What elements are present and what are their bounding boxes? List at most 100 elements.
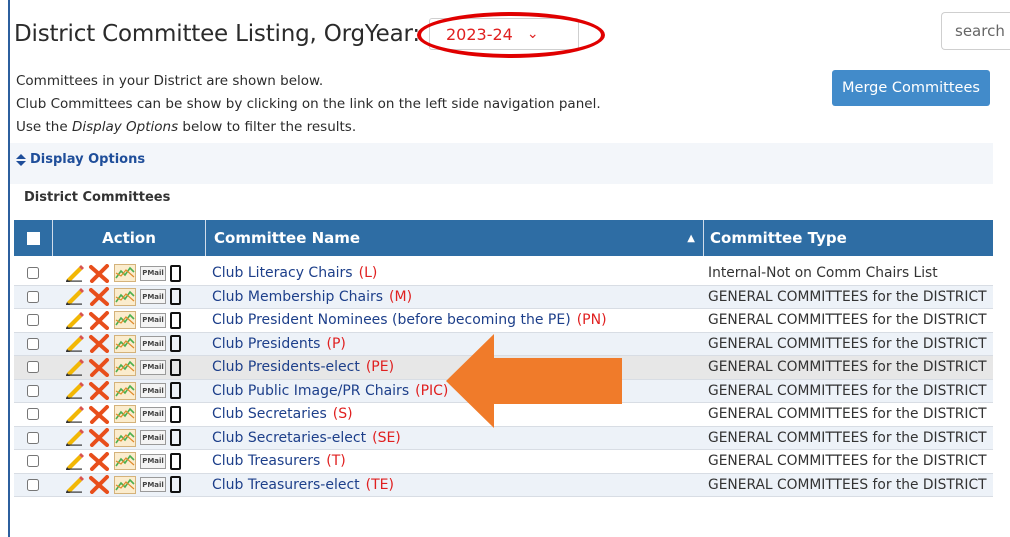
row-checkbox[interactable] xyxy=(27,337,39,350)
committee-name-link[interactable]: Club President Nominees (before becoming… xyxy=(212,312,571,328)
phone-icon[interactable] xyxy=(170,335,181,353)
committee-name-cell: Club President Nominees (before becoming… xyxy=(204,312,702,328)
chart-icon[interactable] xyxy=(114,428,136,447)
chart-icon[interactable] xyxy=(114,405,136,424)
row-checkbox[interactable] xyxy=(27,431,39,444)
pmail-icon[interactable]: PMail xyxy=(140,265,166,281)
edit-pencil-icon[interactable] xyxy=(64,405,84,423)
pmail-icon[interactable]: PMail xyxy=(140,383,166,399)
committee-name-link[interactable]: Club Literacy Chairs xyxy=(212,265,353,281)
row-checkbox[interactable] xyxy=(27,267,39,280)
orgyear-value: 2023-24 xyxy=(446,24,513,44)
committee-name-link[interactable]: Club Secretaries xyxy=(212,406,327,422)
committee-name-link[interactable]: Club Presidents-elect xyxy=(212,359,360,375)
pmail-icon[interactable]: PMail xyxy=(140,359,166,375)
delete-x-icon[interactable] xyxy=(88,263,110,283)
row-checkbox-cell xyxy=(14,408,52,421)
delete-x-icon[interactable] xyxy=(88,310,110,330)
delete-x-icon[interactable] xyxy=(88,357,110,377)
delete-x-icon[interactable] xyxy=(88,381,110,401)
committee-name-link[interactable]: Club Presidents xyxy=(212,336,320,352)
pmail-icon[interactable]: PMail xyxy=(140,453,166,469)
search-input[interactable] xyxy=(941,12,1010,50)
committee-name-link[interactable]: Club Treasurers-elect xyxy=(212,477,360,493)
column-header-name[interactable]: Committee Name ▲ xyxy=(206,220,704,256)
edit-pencil-icon[interactable] xyxy=(64,288,84,306)
chart-icon[interactable] xyxy=(114,381,136,400)
edit-pencil-icon[interactable] xyxy=(64,358,84,376)
pmail-icon[interactable]: PMail xyxy=(140,312,166,328)
committee-code: (PE) xyxy=(365,359,395,376)
phone-icon[interactable] xyxy=(170,429,181,447)
phone-icon[interactable] xyxy=(170,382,181,400)
table-row: PMail Club Presidents-elect (PE) GENERAL CO… xyxy=(14,356,993,380)
row-actions: PMail xyxy=(52,475,204,495)
table-row: PMail Club Public Image/PR Chairs (PIC) GEN… xyxy=(14,379,993,403)
committee-name-link[interactable]: Club Treasurers xyxy=(212,453,320,469)
table-row: PMail Club Membership Chairs (M) GENERAL CO… xyxy=(14,285,993,309)
sort-asc-icon: ▲ xyxy=(687,232,695,244)
pmail-icon[interactable]: PMail xyxy=(140,336,166,352)
select-all-checkbox[interactable] xyxy=(14,220,53,256)
column-header-action: Action xyxy=(53,220,206,256)
phone-icon[interactable] xyxy=(170,452,181,470)
row-checkbox[interactable] xyxy=(27,290,39,303)
delete-x-icon[interactable] xyxy=(88,428,110,448)
row-checkbox-cell xyxy=(14,455,52,468)
phone-icon[interactable] xyxy=(170,358,181,376)
chart-icon[interactable] xyxy=(114,452,136,471)
row-actions: PMail xyxy=(52,334,204,354)
committee-table: Action Committee Name ▲ Committee Type P… xyxy=(14,220,993,511)
committee-name-link[interactable]: Club Public Image/PR Chairs xyxy=(212,383,409,399)
delete-x-icon[interactable] xyxy=(88,334,110,354)
delete-x-icon[interactable] xyxy=(88,475,110,495)
committee-code: (SE) xyxy=(372,429,401,446)
delete-x-icon[interactable] xyxy=(88,404,110,424)
edit-pencil-icon[interactable] xyxy=(64,382,84,400)
committee-name-cell: Club Treasurers-elect (TE) xyxy=(204,477,702,493)
row-checkbox[interactable] xyxy=(27,478,39,491)
edit-pencil-icon[interactable] xyxy=(64,311,84,329)
edit-pencil-icon[interactable] xyxy=(64,476,84,494)
pmail-icon[interactable]: PMail xyxy=(140,477,166,493)
committee-code: (M) xyxy=(389,288,413,305)
row-checkbox[interactable] xyxy=(27,455,39,468)
chart-icon[interactable] xyxy=(114,311,136,330)
phone-icon[interactable] xyxy=(170,311,181,329)
chart-icon[interactable] xyxy=(114,334,136,353)
chart-icon[interactable] xyxy=(114,287,136,306)
phone-icon[interactable] xyxy=(170,264,181,282)
phone-icon[interactable] xyxy=(170,288,181,306)
phone-icon[interactable] xyxy=(170,476,181,494)
column-header-type[interactable]: Committee Type xyxy=(704,220,993,256)
chart-icon[interactable] xyxy=(114,264,136,283)
intro-line-1: Committees in your District are shown be… xyxy=(16,73,324,89)
committee-name-link[interactable]: Club Secretaries-elect xyxy=(212,430,366,446)
edit-pencil-icon[interactable] xyxy=(64,335,84,353)
chart-icon[interactable] xyxy=(114,475,136,494)
row-checkbox[interactable] xyxy=(27,384,39,397)
committee-code: (T) xyxy=(326,453,346,470)
committee-name-link[interactable]: Club Membership Chairs xyxy=(212,289,383,305)
row-checkbox[interactable] xyxy=(27,408,39,421)
committee-type-cell: GENERAL COMMITTEES for the DISTRICT xyxy=(708,359,987,376)
delete-x-icon[interactable] xyxy=(88,451,110,471)
phone-icon[interactable] xyxy=(170,405,181,423)
delete-x-icon[interactable] xyxy=(88,287,110,307)
edit-pencil-icon[interactable] xyxy=(64,264,84,282)
row-checkbox[interactable] xyxy=(27,314,39,327)
orgyear-select[interactable]: 2023-24 ⌄ xyxy=(429,18,579,50)
edit-pencil-icon[interactable] xyxy=(64,452,84,470)
pmail-icon[interactable]: PMail xyxy=(140,430,166,446)
row-checkbox-cell xyxy=(14,290,52,303)
row-checkbox[interactable] xyxy=(27,361,39,374)
edit-pencil-icon[interactable] xyxy=(64,429,84,447)
row-checkbox-cell xyxy=(14,478,52,491)
pmail-icon[interactable]: PMail xyxy=(140,406,166,422)
display-options-toggle[interactable]: Display Options xyxy=(16,152,145,167)
row-actions: PMail xyxy=(52,404,204,424)
pmail-icon[interactable]: PMail xyxy=(140,289,166,305)
chart-icon[interactable] xyxy=(114,358,136,377)
merge-committees-button[interactable]: Merge Committees xyxy=(832,70,990,106)
row-checkbox-cell xyxy=(14,337,52,350)
